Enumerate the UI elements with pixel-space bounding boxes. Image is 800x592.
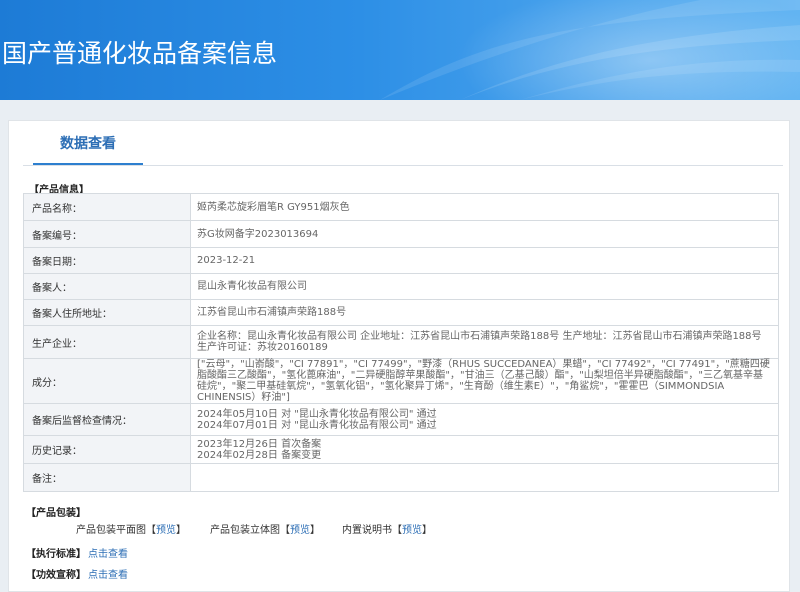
table-row: 生产企业： 企业名称：昆山永青化妆品有限公司 企业地址：江苏省昆山市石浦镇声荣路…	[23, 325, 779, 359]
efficacy-view-link[interactable]: 点击查看	[88, 570, 128, 581]
row-value-inspection: 2024年05月10日 对 "昆山永青化妆品有限公司" 通过 2024年07月0…	[190, 403, 779, 436]
packaging-item-label: 内置说明书	[342, 525, 392, 536]
row-value-registrant: 昆山永青化妆品有限公司	[190, 273, 779, 300]
row-key-registrant-address: 备案人住所地址：	[23, 299, 191, 326]
preview-link-manual[interactable]: 预览	[402, 525, 422, 536]
product-info-table: 产品名称： 姬芮柔芯旋彩眉笔R GY951烟灰色 备案编号： 苏G妆网备字202…	[23, 193, 779, 492]
row-key-history: 历史记录：	[23, 435, 191, 464]
table-row: 产品名称： 姬芮柔芯旋彩眉笔R GY951烟灰色	[23, 193, 779, 221]
row-value-ingredients: ["云母"，"山嵛酸"，"CI 77891"，"CI 77499"，"野漆（RH…	[190, 358, 779, 404]
bracket-open: 【	[146, 525, 156, 536]
preview-link-flat[interactable]: 预览	[156, 525, 176, 536]
table-row: 备案人： 昆山永青化妆品有限公司	[23, 273, 779, 300]
row-value-product-name: 姬芮柔芯旋彩眉笔R GY951烟灰色	[190, 193, 779, 221]
packaging-section-label: 【产品包装】	[26, 508, 86, 519]
inspection-line: 2024年05月10日 对 "昆山永青化妆品有限公司" 通过	[197, 408, 437, 420]
tab-bar: 数据查看	[23, 121, 783, 166]
efficacy-section-label: 【功效宣称】	[26, 570, 86, 581]
table-row: 备案人住所地址： 江苏省昆山市石浦镇声荣路188号	[23, 299, 779, 326]
row-key-manufacturer: 生产企业：	[23, 325, 191, 359]
packaging-item: 产品包装立体图【预览】	[210, 521, 320, 536]
tab-data-view[interactable]: 数据查看	[33, 121, 143, 165]
row-value-record-number: 苏G妆网备字2023013694	[190, 220, 779, 248]
row-value-history: 2023年12月26日 首次备案 2024年02月28日 备案变更	[190, 435, 779, 464]
page-title: 国产普通化妆品备案信息	[2, 39, 278, 68]
table-row: 成分： ["云母"，"山嵛酸"，"CI 77891"，"CI 77499"，"野…	[23, 358, 779, 404]
row-key-product-name: 产品名称：	[23, 193, 191, 221]
bracket-close: 】	[310, 525, 320, 536]
row-key-inspection: 备案后监督检查情况：	[23, 403, 191, 436]
packaging-item-label: 产品包装立体图	[210, 525, 280, 536]
row-key-registrant: 备案人：	[23, 273, 191, 300]
packaging-item: 产品包装平面图【预览】	[76, 521, 186, 536]
row-value-manufacturer: 企业名称：昆山永青化妆品有限公司 企业地址：江苏省昆山市石浦镇声荣路188号 生…	[190, 325, 779, 359]
row-key-remarks: 备注：	[23, 463, 191, 492]
bracket-close: 】	[176, 525, 186, 536]
table-row: 历史记录： 2023年12月26日 首次备案 2024年02月28日 备案变更	[23, 435, 779, 464]
table-row: 备案日期： 2023-12-21	[23, 247, 779, 274]
row-value-registrant-address: 江苏省昆山市石浦镇声荣路188号	[190, 299, 779, 326]
history-line: 2023年12月26日 首次备案	[197, 438, 322, 450]
packaging-item: 内置说明书【预览】	[342, 521, 432, 536]
history-line: 2024年02月28日 备案变更	[197, 449, 322, 461]
bracket-open: 【	[392, 525, 402, 536]
row-value-record-date: 2023-12-21	[190, 247, 779, 274]
row-key-ingredients: 成分：	[23, 358, 191, 404]
table-row: 备案编号： 苏G妆网备字2023013694	[23, 220, 779, 248]
bracket-close: 】	[422, 525, 432, 536]
standard-section-label: 【执行标准】	[26, 549, 86, 560]
standard-row: 【执行标准】 点击查看	[26, 545, 128, 560]
row-value-remarks	[190, 463, 779, 492]
inspection-line: 2024年07月01日 对 "昆山永青化妆品有限公司" 通过	[197, 419, 437, 431]
header-glow	[440, 0, 800, 100]
preview-link-3d[interactable]: 预览	[290, 525, 310, 536]
table-row: 备案后监督检查情况： 2024年05月10日 对 "昆山永青化妆品有限公司" 通…	[23, 403, 779, 436]
table-row: 备注：	[23, 463, 779, 492]
standard-view-link[interactable]: 点击查看	[88, 549, 128, 560]
packaging-item-label: 产品包装平面图	[76, 525, 146, 536]
bracket-open: 【	[280, 525, 290, 536]
page-header: 国产普通化妆品备案信息	[0, 0, 800, 100]
efficacy-row: 【功效宣称】 点击查看	[26, 566, 128, 581]
row-key-record-date: 备案日期：	[23, 247, 191, 274]
row-key-record-number: 备案编号：	[23, 220, 191, 248]
